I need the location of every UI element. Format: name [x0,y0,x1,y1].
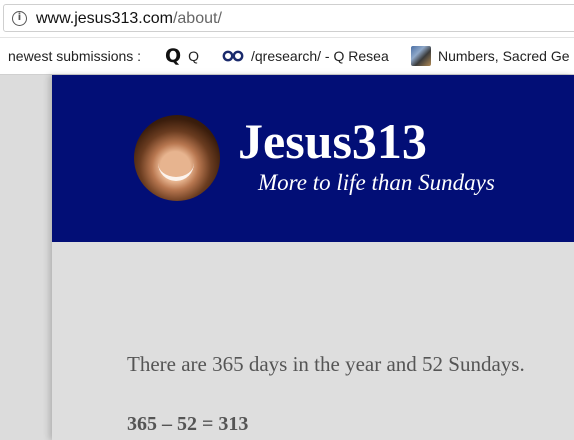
q-logo-icon: Q [165,45,182,67]
bookmark-label: Numbers, Sacred Ge [438,48,570,64]
bookmark-numbers-sacred[interactable]: Numbers, Sacred Ge [411,38,570,74]
bookmark-label: newest submissions : [8,48,142,64]
bookmark-qresearch[interactable]: /qresearch/ - Q Resea [222,38,389,74]
bookmark-label: Q [188,48,200,64]
thumbnail-icon [411,46,431,66]
site-header-banner: Jesus313 More to life than Sundays [52,75,574,242]
avatar[interactable] [134,115,220,201]
url-text[interactable]: www.jesus313.com/about/ [36,10,222,28]
url-host: www.jesus313.com [36,10,173,27]
bookmarks-bar: newest submissions : Q Q /qresearch/ - Q… [0,38,574,75]
address-bar: i www.jesus313.com/about/ [0,0,574,38]
info-icon[interactable]: i [12,11,27,26]
body-equation: 365 – 52 = 313 [127,413,249,435]
site-title[interactable]: Jesus313 [238,113,427,169]
site-tagline: More to life than Sundays [258,170,495,195]
bookmark-label: /qresearch/ - Q Resea [251,48,389,64]
glasses-icon [222,50,244,62]
url-path: /about/ [172,10,222,27]
bookmark-newest-submissions[interactable]: newest submissions : [8,38,141,74]
bookmark-q[interactable]: Q Q [165,38,199,74]
page-content: Jesus313 More to life than Sundays There… [52,75,574,440]
url-field[interactable]: i www.jesus313.com/about/ [3,4,574,32]
body-paragraph: There are 365 days in the year and 52 Su… [127,352,525,376]
